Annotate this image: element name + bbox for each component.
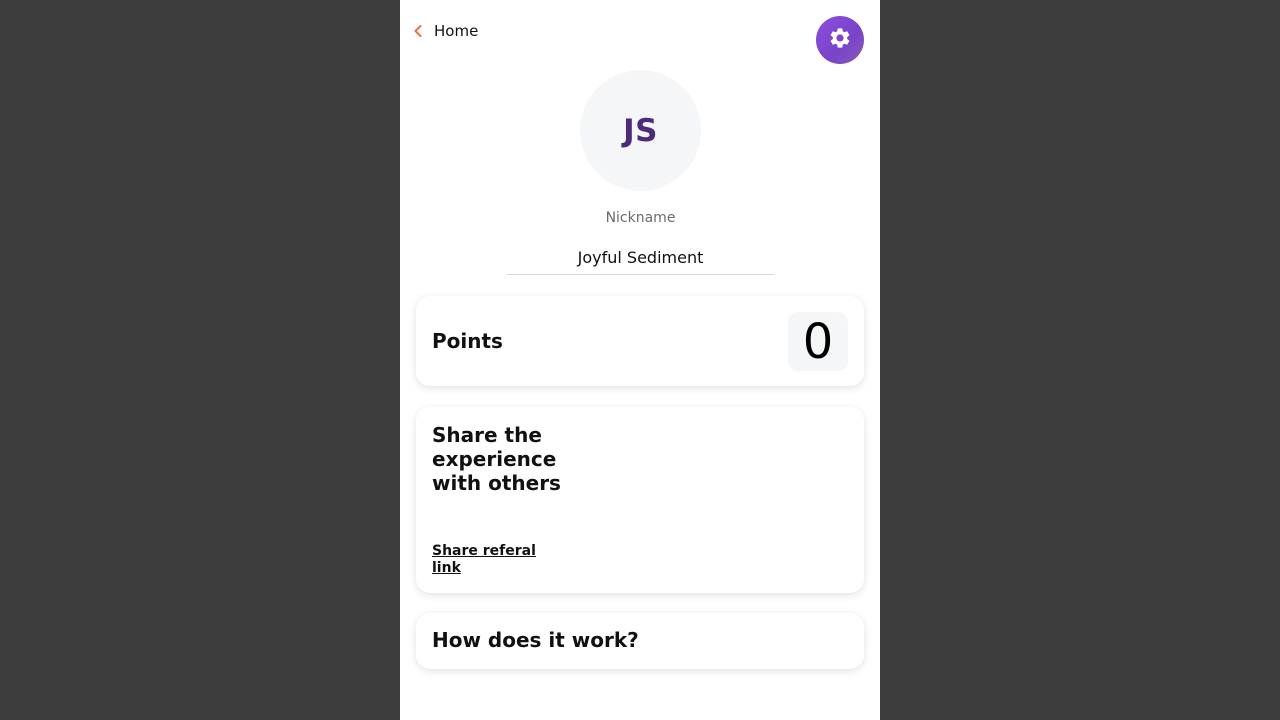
avatar-initials: JS: [623, 112, 658, 149]
how-it-works-card[interactable]: How does it work?: [416, 613, 864, 669]
points-title: Points: [432, 329, 503, 353]
share-referral-link[interactable]: Share referal link: [432, 543, 542, 577]
settings-button[interactable]: [816, 16, 864, 64]
chevron-left-icon: [414, 24, 424, 38]
back-home-label: Home: [434, 22, 479, 40]
gear-icon: [828, 26, 852, 54]
share-title: Share the experience with others: [432, 423, 561, 495]
points-card: Points 0: [416, 296, 864, 386]
points-value: 0: [788, 312, 848, 371]
back-home-link[interactable]: Home: [414, 22, 478, 40]
share-card: Share the experience with others Share r…: [416, 407, 864, 593]
how-it-works-title: How does it work?: [432, 628, 639, 652]
avatar: JS: [580, 70, 701, 191]
nickname-field[interactable]: [507, 240, 774, 275]
nickname-label: Nickname: [605, 210, 676, 226]
